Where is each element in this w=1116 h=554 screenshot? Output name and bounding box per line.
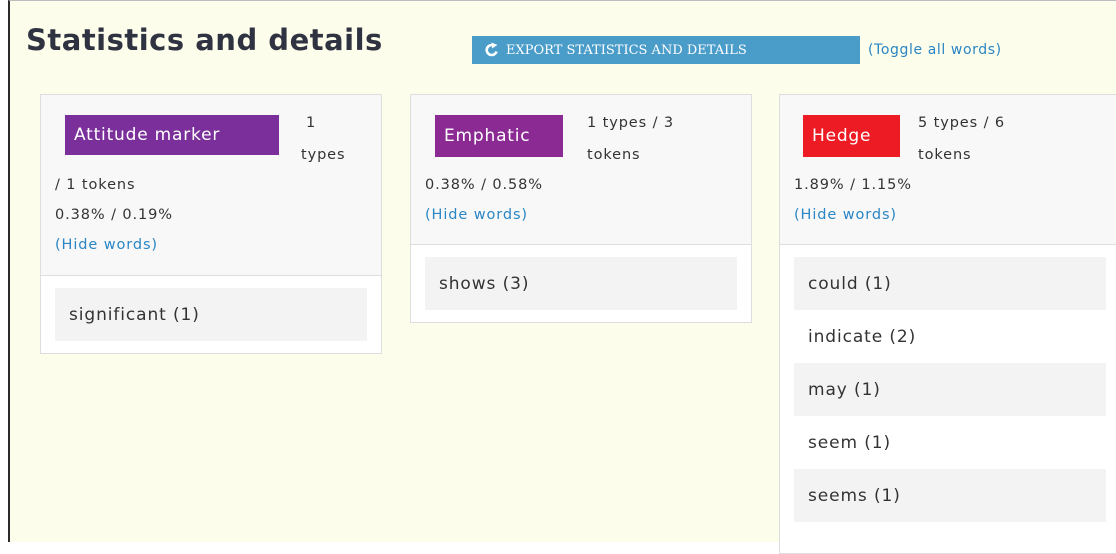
word-item: seems (1) — [794, 469, 1106, 522]
percent-stats: 0.38% / 0.58% — [425, 177, 543, 193]
hide-words-link[interactable]: (Hide words) — [425, 207, 528, 223]
hide-words-link[interactable]: (Hide words) — [794, 207, 897, 223]
word-item: may (1) — [794, 363, 1106, 416]
types-label: tokens — [918, 147, 972, 163]
toggle-all-words-link[interactable]: (Toggle all words) — [868, 42, 1002, 58]
types-count: 5 types / 6 — [918, 115, 1006, 131]
statistics-panel: Statistics and details EXPORT STATISTICS… — [8, 0, 1116, 554]
card-header: Attitude marker 1 types / 1 tokens 0.38%… — [41, 95, 381, 276]
word-item: could (1) — [794, 257, 1106, 310]
page-title: Statistics and details — [26, 23, 383, 57]
category-card-attitude-marker: Attitude marker 1 types / 1 tokens 0.38%… — [40, 94, 382, 354]
word-item: significant (1) — [55, 288, 367, 341]
word-item: shows (3) — [425, 257, 737, 310]
category-badge-attitude-marker: Attitude marker — [65, 115, 279, 155]
percent-stats: 1.89% / 1.15% — [794, 177, 912, 193]
external-share-icon — [484, 42, 500, 58]
types-label: tokens — [587, 147, 641, 163]
category-card-hedge: Hedge 5 types / 6 tokens 1.89% / 1.15% (… — [779, 94, 1116, 554]
export-statistics-button[interactable]: EXPORT STATISTICS AND DETAILS — [472, 36, 860, 64]
card-header: Emphatic 1 types / 3 tokens 0.38% / 0.58… — [411, 95, 751, 245]
types-count: 1 types / 3 — [587, 115, 675, 131]
word-item: indicate (2) — [808, 326, 917, 347]
types-label: types — [301, 147, 346, 163]
word-item: seem (1) — [808, 432, 892, 453]
category-card-emphatic: Emphatic 1 types / 3 tokens 0.38% / 0.58… — [410, 94, 752, 323]
category-badge-hedge: Hedge — [803, 115, 900, 157]
category-badge-emphatic: Emphatic — [435, 115, 563, 157]
tokens-count: / 1 tokens — [55, 177, 136, 193]
card-header: Hedge 5 types / 6 tokens 1.89% / 1.15% (… — [780, 95, 1116, 245]
export-button-label: EXPORT STATISTICS AND DETAILS — [506, 42, 747, 58]
percent-stats: 0.38% / 0.19% — [55, 207, 173, 223]
types-count: 1 — [306, 115, 317, 131]
hide-words-link[interactable]: (Hide words) — [55, 237, 158, 253]
